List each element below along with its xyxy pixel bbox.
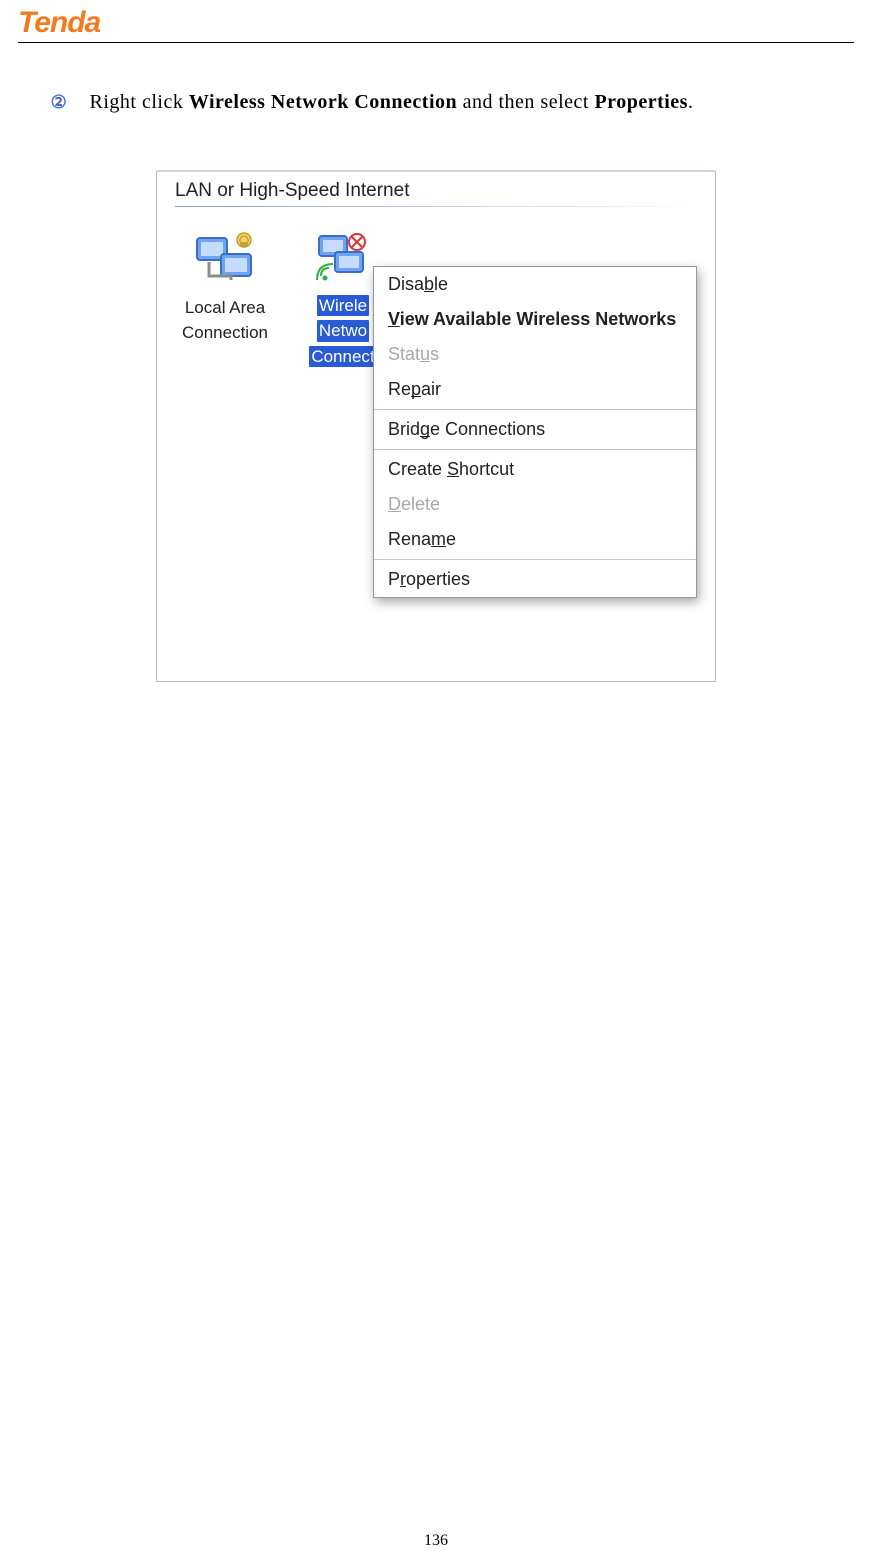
menu-item-create-shortcut[interactable]: Create Shortcut xyxy=(374,452,696,487)
step-bold-2: Properties xyxy=(594,91,688,113)
step-bold-1: Wireless Network Connection xyxy=(189,91,457,113)
menu-separator-3 xyxy=(374,559,696,560)
menu-item-repair[interactable]: Repair xyxy=(374,372,696,407)
wireless-connection-label-2: Netwo xyxy=(317,320,369,341)
wireless-connection-label-3: Connect xyxy=(309,346,376,367)
context-menu: Disable View Available Wireless Networks… xyxy=(373,266,697,598)
local-area-connection-icon-block[interactable]: Local Area Connection xyxy=(169,230,281,344)
wireless-adapter-icon xyxy=(315,230,371,286)
step-number: ② xyxy=(34,92,84,113)
local-area-connection-label-1: Local Area xyxy=(169,297,281,318)
menu-item-properties[interactable]: Properties xyxy=(374,562,696,597)
menu-item-view-available[interactable]: View Available Wireless Networks xyxy=(374,302,696,337)
brand-logo: Tenda xyxy=(18,6,100,39)
menu-separator-2 xyxy=(374,449,696,450)
step-text-mid: and then select xyxy=(457,91,594,113)
page-header: Tenda xyxy=(0,0,872,40)
menu-item-delete: Delete xyxy=(374,487,696,522)
step-text-before: Right click xyxy=(90,91,189,113)
menu-separator-1 xyxy=(374,409,696,410)
group-header-label: LAN or High-Speed Internet xyxy=(175,180,697,202)
screenshot-container: LAN or High-Speed Internet Local Area Co… xyxy=(0,170,872,682)
menu-item-disable[interactable]: Disable xyxy=(374,267,696,302)
local-area-connection-label-2: Connection xyxy=(169,322,281,343)
header-divider xyxy=(18,42,854,43)
network-connections-window: LAN or High-Speed Internet Local Area Co… xyxy=(156,170,716,682)
menu-item-status: Status xyxy=(374,337,696,372)
wireless-connection-label-1: Wirele xyxy=(317,295,369,316)
step-text-after: . xyxy=(688,91,694,113)
group-divider xyxy=(175,206,697,207)
menu-item-bridge[interactable]: Bridge Connections xyxy=(374,412,696,447)
network-adapter-icon xyxy=(191,230,259,288)
page-number: 136 xyxy=(0,1532,872,1550)
menu-item-rename[interactable]: Rename xyxy=(374,522,696,557)
instruction-step: ② Right click Wireless Network Connectio… xyxy=(34,91,838,114)
